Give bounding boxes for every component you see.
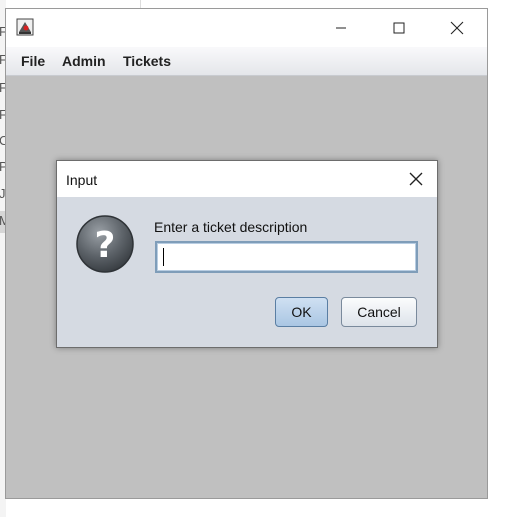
maximize-icon (393, 22, 405, 34)
dialog-close-button[interactable] (403, 166, 429, 192)
dialog-titlebar[interactable]: Input (57, 161, 437, 197)
svg-text:?: ? (95, 225, 116, 266)
question-icon: ? (76, 215, 134, 273)
java-app-icon (16, 18, 34, 36)
menu-bar: File Admin Tickets (6, 47, 487, 76)
background-divider (140, 0, 141, 8)
maximize-button[interactable] (376, 9, 422, 47)
ticket-description-input[interactable] (155, 241, 418, 273)
minimize-icon (336, 27, 346, 29)
minimize-button[interactable] (318, 9, 364, 47)
menu-file[interactable]: File (21, 53, 45, 69)
window-close-button[interactable] (434, 9, 480, 47)
dialog-title: Input (66, 172, 98, 188)
prompt-label: Enter a ticket description (154, 219, 308, 235)
close-icon (409, 172, 423, 186)
menu-tickets[interactable]: Tickets (123, 53, 171, 69)
text-caret (163, 248, 164, 266)
menu-admin[interactable]: Admin (62, 53, 106, 69)
cancel-button[interactable]: Cancel (341, 297, 417, 327)
input-dialog: Input ? Enter a ticket description OK Ca… (56, 160, 438, 348)
ok-button[interactable]: OK (275, 297, 328, 327)
window-titlebar[interactable] (6, 9, 487, 47)
close-icon (450, 21, 464, 35)
